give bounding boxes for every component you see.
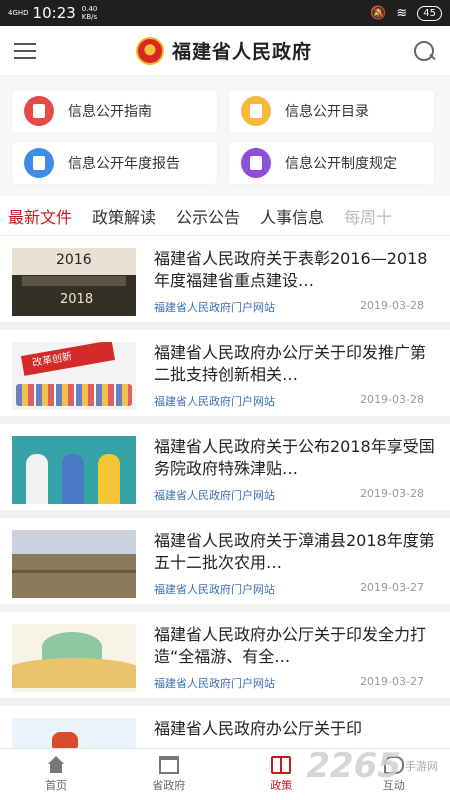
- menu-icon[interactable]: [14, 42, 36, 59]
- tab-policy-interpretation[interactable]: 政策解读: [92, 204, 156, 228]
- news-date: 2019-03-28: [360, 487, 424, 500]
- nav-label: 政策: [270, 779, 293, 792]
- news-source: 福建省人民政府门户网站: [154, 489, 275, 502]
- brand: 福建省人民政府: [135, 36, 312, 65]
- network-speed: 0.40 KB/s: [81, 5, 98, 21]
- home-icon: [46, 756, 66, 774]
- nav-label: 首页: [45, 779, 68, 792]
- watermark: 2265 手游网: [306, 746, 438, 786]
- quick-link-label: 信息公开年度报告: [68, 156, 180, 172]
- tab-latest-files[interactable]: 最新文件: [8, 204, 73, 235]
- news-title: 福建省人民政府关于公布2018年享受国务院政府特殊津贴…: [154, 437, 435, 478]
- search-icon[interactable]: [412, 39, 436, 63]
- tab-weekly[interactable]: 每周十: [344, 204, 392, 228]
- news-date: 2019-03-28: [360, 299, 424, 312]
- quick-link-guide[interactable]: 信息公开指南: [12, 90, 217, 132]
- wifi-icon: ≋: [396, 5, 408, 21]
- news-source: 福建省人民政府门户网站: [154, 395, 275, 408]
- status-icons: 🔕 ≋ 45: [370, 5, 442, 21]
- quick-link-regulations[interactable]: 信息公开制度规定: [229, 142, 434, 184]
- tab-public-notices[interactable]: 公示公告: [176, 204, 240, 228]
- network-indicator: 4GHD: [8, 9, 29, 17]
- quick-link-label: 信息公开制度规定: [285, 156, 397, 172]
- mute-icon: 🔕: [370, 5, 387, 21]
- news-title: 福建省人民政府办公厅关于印发推广第二批支持创新相关…: [154, 343, 427, 384]
- list-item[interactable]: 2016 2018 福建省人民政府关于表彰2016—2018年度福建省重点建设……: [0, 236, 450, 322]
- policy-icon: [271, 756, 292, 774]
- report-icon: [24, 148, 54, 178]
- page-title: 福建省人民政府: [171, 41, 312, 63]
- list-item[interactable]: 福建省人民政府关于漳浦县2018年度第五十二批次农用… 福建省人民政府门户网站 …: [0, 518, 450, 604]
- nav-home[interactable]: 首页: [0, 749, 113, 800]
- quick-link-catalog[interactable]: 信息公开目录: [229, 90, 434, 132]
- news-thumbnail: [12, 530, 136, 598]
- list-item[interactable]: 福建省人民政府办公厅关于印发全力打造“全福游、有全… 福建省人民政府门户网站 2…: [0, 612, 450, 698]
- quick-links: 信息公开指南 信息公开目录 信息公开年度报告 信息公开制度规定: [0, 76, 450, 196]
- watermark-number: 2265: [306, 746, 401, 786]
- book-icon: [24, 96, 54, 126]
- news-source: 福建省人民政府门户网站: [154, 583, 275, 596]
- quick-link-label: 信息公开指南: [68, 104, 152, 120]
- list-item[interactable]: 改革创新 福建省人民政府办公厅关于印发推广第二批支持创新相关… 福建省人民政府门…: [0, 330, 450, 416]
- news-date: 2019-03-28: [360, 393, 424, 406]
- quick-link-label: 信息公开目录: [285, 104, 369, 120]
- news-source: 福建省人民政府门户网站: [154, 677, 275, 690]
- national-emblem-icon: [135, 36, 164, 65]
- status-bar: 4GHD 10:23 0.40 KB/s 🔕 ≋ 45: [0, 0, 450, 26]
- list-item[interactable]: 福建省人民政府关于公布2018年享受国务院政府特殊津贴… 福建省人民政府门户网站…: [0, 424, 450, 510]
- battery-indicator: 45: [417, 5, 442, 21]
- nav-label: 省政府: [152, 779, 186, 792]
- news-date: 2019-03-27: [360, 675, 424, 688]
- building-icon: [158, 756, 179, 774]
- status-time: 10:23: [32, 4, 76, 22]
- news-list: 2016 2018 福建省人民政府关于表彰2016—2018年度福建省重点建设……: [0, 236, 450, 792]
- watermark-text: 手游网: [405, 760, 438, 773]
- news-title: 福建省人民政府关于表彰2016—2018年度福建省重点建设…: [154, 249, 428, 290]
- category-tabs: 最新文件 政策解读 公示公告 人事信息 每周十: [0, 196, 450, 236]
- news-date: 2019-03-27: [360, 581, 424, 594]
- catalog-icon: [241, 96, 271, 126]
- news-source: 福建省人民政府门户网站: [154, 301, 275, 314]
- news-thumbnail: 改革创新: [12, 342, 136, 410]
- nav-provincial-government[interactable]: 省政府: [113, 749, 226, 800]
- news-title: 福建省人民政府关于漳浦县2018年度第五十二批次农用…: [154, 531, 435, 572]
- news-thumbnail: [12, 624, 136, 692]
- news-thumbnail: [12, 436, 136, 504]
- notebook-icon: [241, 148, 271, 178]
- quick-link-annual-report[interactable]: 信息公开年度报告: [12, 142, 217, 184]
- news-title: 福建省人民政府办公厅关于印发全力打造“全福游、有全…: [154, 625, 427, 666]
- news-thumbnail: 2016 2018: [12, 248, 136, 316]
- tab-personnel-info[interactable]: 人事信息: [260, 204, 324, 228]
- app-header: 福建省人民政府: [0, 26, 450, 76]
